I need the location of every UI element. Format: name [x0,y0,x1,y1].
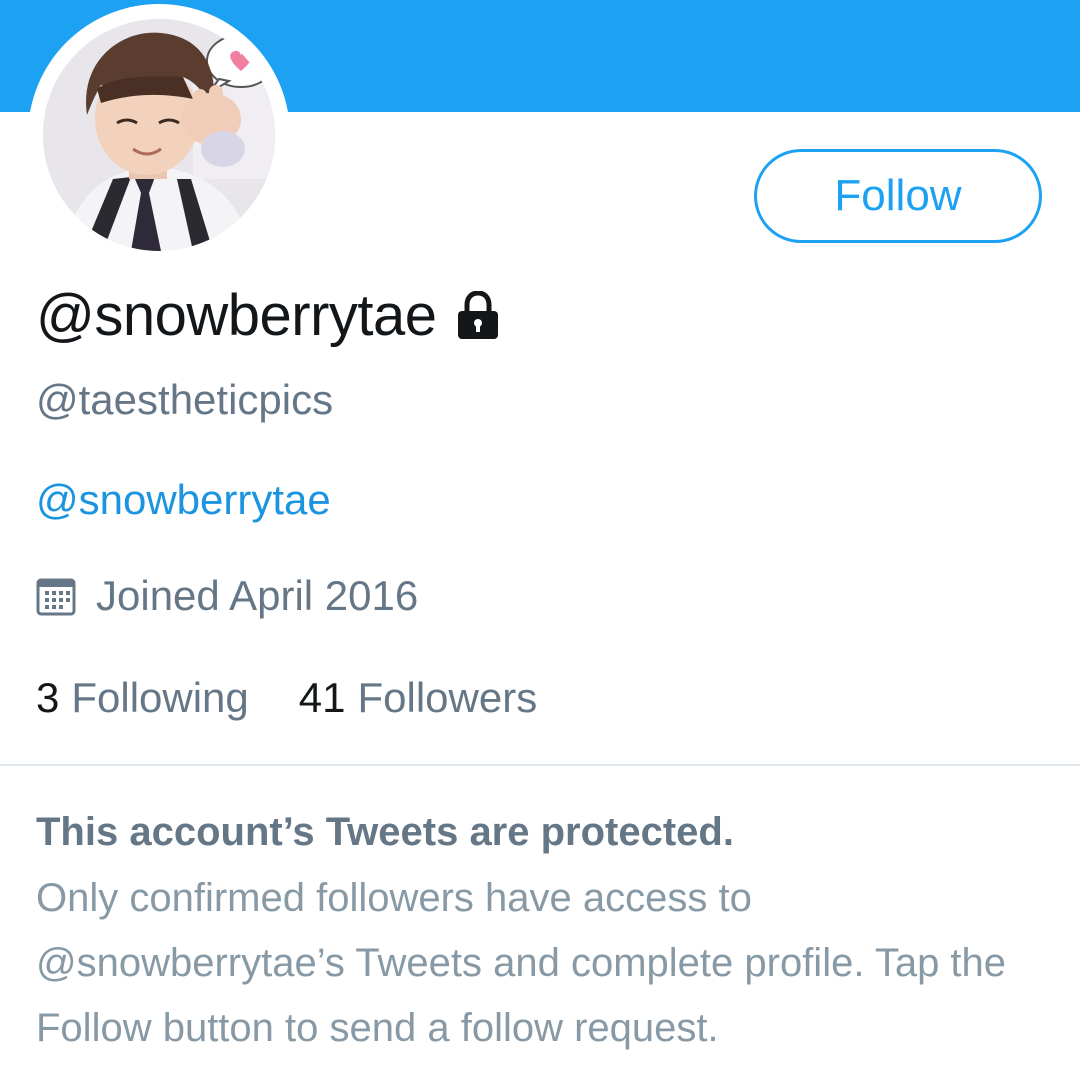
profile-photo-icon [43,19,275,251]
following-count: 3 [36,674,60,721]
section-divider [0,764,1080,766]
protected-notice-body: Only confirmed followers have access to … [36,876,1007,1050]
bio-mention-link[interactable]: @snowberrytae [36,476,331,524]
followers-count: 41 [298,674,346,721]
follow-stats: 3 Following 41 Followers [36,674,587,722]
calendar-icon [36,578,76,616]
follow-button[interactable]: Follow [754,149,1042,243]
avatar[interactable] [43,19,275,251]
followers-stat[interactable]: 41 Followers [299,674,537,722]
following-label: Following [71,674,249,721]
profile-page: Follow @snowberrytae @taestheticpics @sn… [0,0,1080,1081]
followers-label: Followers [357,674,538,721]
display-name: @snowberrytae [36,283,437,348]
joined-date: Joined April 2016 [96,572,419,619]
display-name-row: @snowberrytae [36,282,501,349]
joined-date-row: Joined April 2016 [36,572,418,620]
following-stat[interactable]: 3 Following [36,674,249,722]
profile-handle: @taestheticpics [36,376,334,423]
lock-icon [457,290,498,339]
protected-notice-title: This account’s Tweets are protected. [36,810,734,854]
